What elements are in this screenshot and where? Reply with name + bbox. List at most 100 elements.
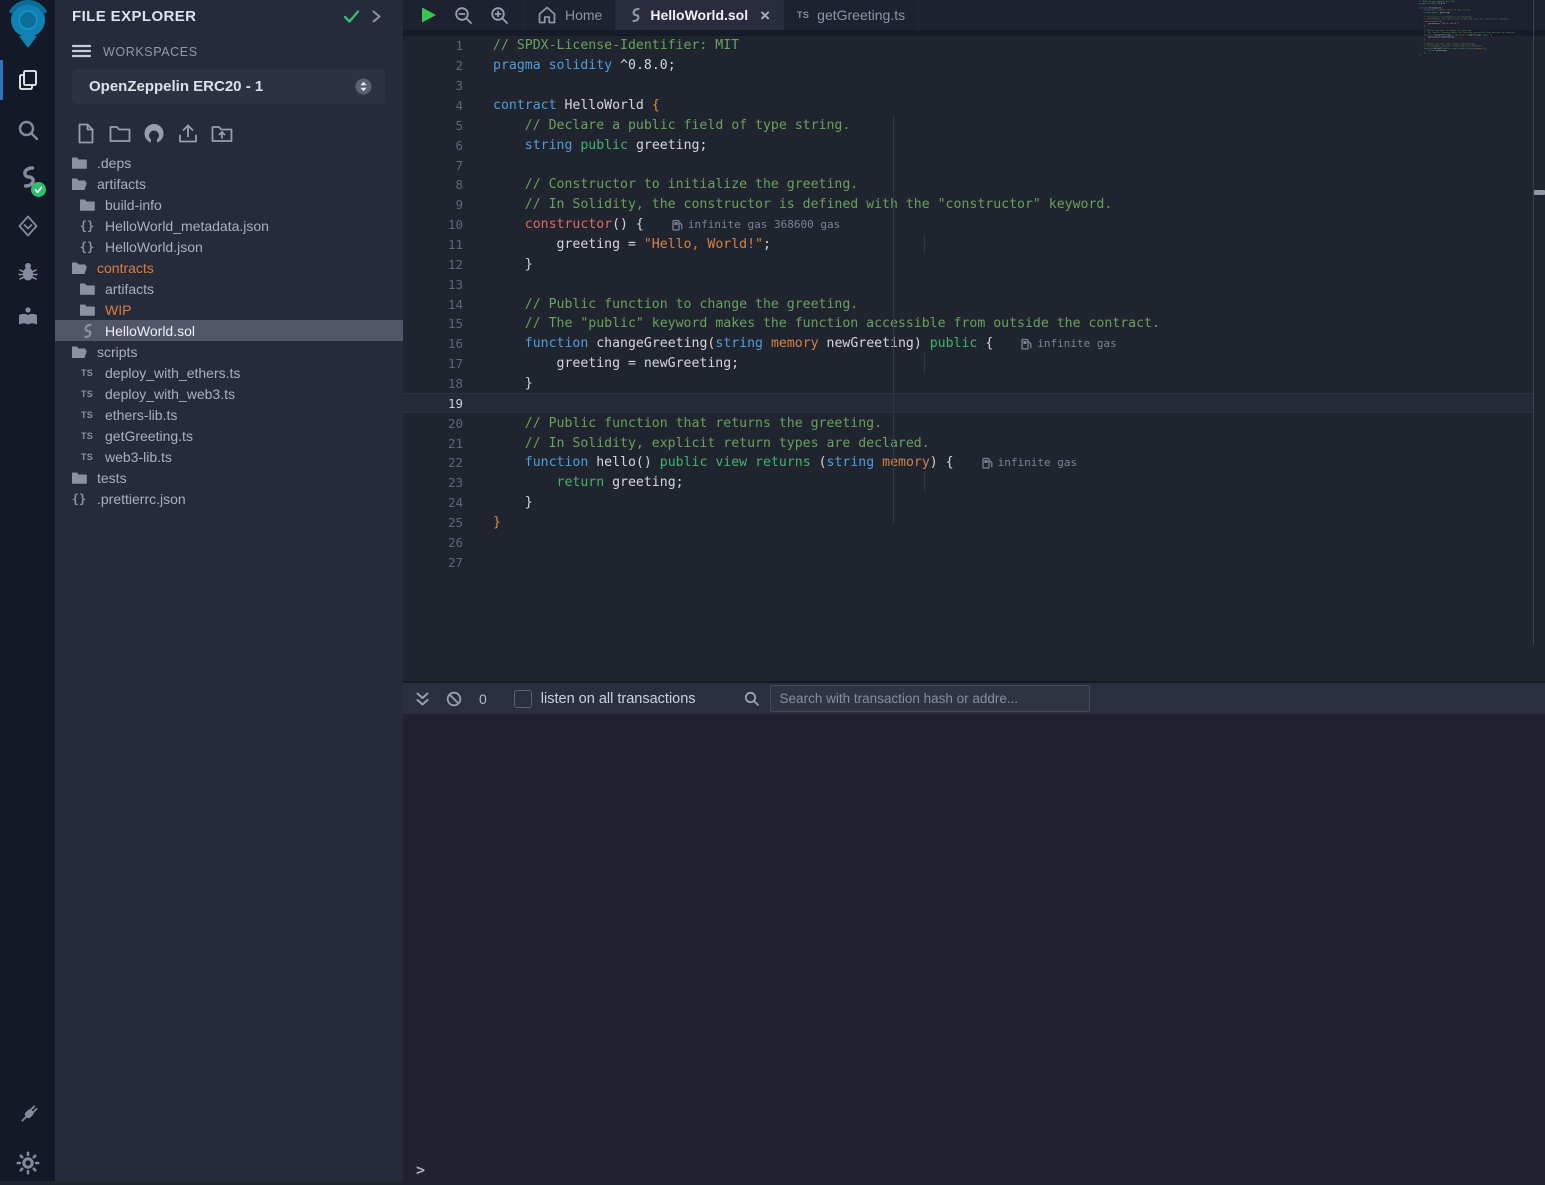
zoom-in-icon[interactable]: [490, 6, 509, 25]
line-number[interactable]: 14: [403, 297, 463, 312]
line-number[interactable]: 24: [403, 495, 463, 510]
code-line[interactable]: 13: [403, 274, 1533, 294]
zoom-out-icon[interactable]: [454, 6, 473, 25]
line-number[interactable]: 13: [403, 277, 463, 292]
line-number[interactable]: 12: [403, 257, 463, 272]
line-number[interactable]: 8: [403, 177, 463, 192]
code-line[interactable]: 8 // Constructor to initialize the greet…: [403, 175, 1533, 195]
clear-console-icon[interactable]: [446, 691, 462, 707]
code-line[interactable]: 20 // Public function that returns the g…: [403, 413, 1533, 433]
line-number[interactable]: 21: [403, 436, 463, 451]
tree-item-build-info[interactable]: build-info: [55, 194, 403, 215]
line-number[interactable]: 22: [403, 455, 463, 470]
tree-item-helloworld-sol[interactable]: HelloWorld.sol: [55, 320, 403, 341]
solidity-compiler-icon[interactable]: [0, 156, 55, 200]
file-explorer-icon[interactable]: [0, 58, 55, 102]
upload-folder-icon[interactable]: [208, 120, 235, 146]
tree-item-contracts[interactable]: contracts: [55, 257, 403, 278]
line-number[interactable]: 3: [403, 78, 463, 93]
line-number[interactable]: 15: [403, 316, 463, 331]
publish-to-github-icon[interactable]: [140, 120, 167, 146]
tab-helloworld-sol[interactable]: HelloWorld.sol×: [615, 0, 783, 30]
line-number[interactable]: 10: [403, 217, 463, 232]
code-line[interactable]: 15 // The "public" keyword makes the fun…: [403, 314, 1533, 334]
terminal-collapse-icon[interactable]: [415, 691, 430, 707]
code-line[interactable]: 16 function changeGreeting(string memory…: [403, 334, 1533, 354]
tree-item-getgreeting-ts[interactable]: TSgetGreeting.ts: [55, 425, 403, 446]
code-line[interactable]: 7: [403, 155, 1533, 175]
line-number[interactable]: 9: [403, 197, 463, 212]
code-line[interactable]: 2pragma solidity ^0.8.0;: [403, 56, 1533, 76]
code-line[interactable]: 5 // Declare a public field of type stri…: [403, 115, 1533, 135]
listen-transactions-checkbox[interactable]: [514, 690, 532, 708]
tree-item-ethers-lib-ts[interactable]: TSethers-lib.ts: [55, 404, 403, 425]
line-number[interactable]: 2: [403, 58, 463, 73]
tree-item-artifacts[interactable]: artifacts: [55, 173, 403, 194]
transaction-search-input[interactable]: [770, 685, 1090, 712]
code-line[interactable]: 19: [403, 393, 1533, 413]
search-icon[interactable]: [0, 108, 55, 152]
tree-item-scripts[interactable]: scripts: [55, 341, 403, 362]
workspace-select[interactable]: OpenZeppelin ERC20 - 1: [72, 69, 385, 104]
line-number[interactable]: 19: [403, 396, 463, 411]
code-line[interactable]: 12 }: [403, 254, 1533, 274]
tree-item-helloworld-metadata-json[interactable]: {}HelloWorld_metadata.json: [55, 215, 403, 236]
tree-item-web3-lib-ts[interactable]: TSweb3-lib.ts: [55, 446, 403, 467]
line-number[interactable]: 26: [403, 535, 463, 550]
line-number[interactable]: 1: [403, 38, 463, 53]
code-line[interactable]: 23 return greeting;: [403, 473, 1533, 493]
panel-expand-chevron-icon[interactable]: [371, 9, 382, 24]
line-number[interactable]: 11: [403, 237, 463, 252]
code-area[interactable]: 1// SPDX-License-Identifier: MIT2pragma …: [403, 36, 1533, 681]
new-folder-icon[interactable]: [106, 120, 133, 146]
workspace-ok-check-icon[interactable]: [343, 9, 360, 24]
settings-icon[interactable]: [0, 1141, 55, 1185]
tab-close-icon[interactable]: ×: [760, 7, 770, 24]
learn-book-icon[interactable]: [0, 295, 55, 339]
code-line[interactable]: 11 greeting = "Hello, World!";: [403, 235, 1533, 255]
tab-home[interactable]: Home: [523, 0, 615, 30]
line-number[interactable]: 23: [403, 475, 463, 490]
code-line[interactable]: 18 }: [403, 374, 1533, 394]
remix-logo-icon[interactable]: [0, 2, 55, 46]
line-number[interactable]: 20: [403, 416, 463, 431]
tree-item--deps[interactable]: .deps: [55, 152, 403, 173]
code-line[interactable]: 9 // In Solidity, the constructor is def…: [403, 195, 1533, 215]
code-line[interactable]: 10 constructor() {infinite gas 368600 ga…: [403, 215, 1533, 235]
code-line[interactable]: 24 }: [403, 493, 1533, 513]
plugin-manager-icon[interactable]: [0, 1093, 55, 1137]
run-script-icon[interactable]: [420, 6, 437, 24]
code-line[interactable]: 14 // Public function to change the gree…: [403, 294, 1533, 314]
code-line[interactable]: 17 greeting = newGreeting;: [403, 354, 1533, 374]
line-number[interactable]: 16: [403, 336, 463, 351]
tab-getgreeting-ts[interactable]: TSgetGreeting.ts: [783, 0, 919, 30]
minimap[interactable]: // SPDX-License-Identifier: MITpragma so…: [1419, 0, 1519, 66]
workspace-stepper-icon[interactable]: [355, 78, 372, 95]
tree-item-deploy-with-web3-ts[interactable]: TSdeploy_with_web3.ts: [55, 383, 403, 404]
line-number[interactable]: 4: [403, 98, 463, 113]
upload-file-icon[interactable]: [174, 120, 201, 146]
code-line[interactable]: 21 // In Solidity, explicit return types…: [403, 433, 1533, 453]
tree-item-artifacts[interactable]: artifacts: [55, 278, 403, 299]
tree-item-deploy-with-ethers-ts[interactable]: TSdeploy_with_ethers.ts: [55, 362, 403, 383]
code-line[interactable]: 1// SPDX-License-Identifier: MIT: [403, 36, 1533, 56]
line-number[interactable]: 27: [403, 555, 463, 570]
tree-item-helloworld-json[interactable]: {}HelloWorld.json: [55, 236, 403, 257]
new-file-icon[interactable]: [72, 120, 99, 146]
code-line[interactable]: 3: [403, 76, 1533, 96]
line-number[interactable]: 5: [403, 118, 463, 133]
code-line[interactable]: 22 function hello() public view returns …: [403, 453, 1533, 473]
tree-item-wip[interactable]: WIP: [55, 299, 403, 320]
line-number[interactable]: 25: [403, 515, 463, 530]
tree-item--prettierrc-json[interactable]: {}.prettierrc.json: [55, 488, 403, 509]
tree-item-tests[interactable]: tests: [55, 467, 403, 488]
code-line[interactable]: 26: [403, 532, 1533, 552]
code-line[interactable]: 27: [403, 552, 1533, 572]
code-line[interactable]: 25}: [403, 513, 1533, 533]
line-number[interactable]: 6: [403, 138, 463, 153]
workspaces-menu-icon[interactable]: [72, 44, 91, 58]
code-line[interactable]: 4contract HelloWorld {: [403, 96, 1533, 116]
debugger-icon[interactable]: [0, 250, 55, 294]
line-number[interactable]: 18: [403, 376, 463, 391]
line-number[interactable]: 7: [403, 158, 463, 173]
